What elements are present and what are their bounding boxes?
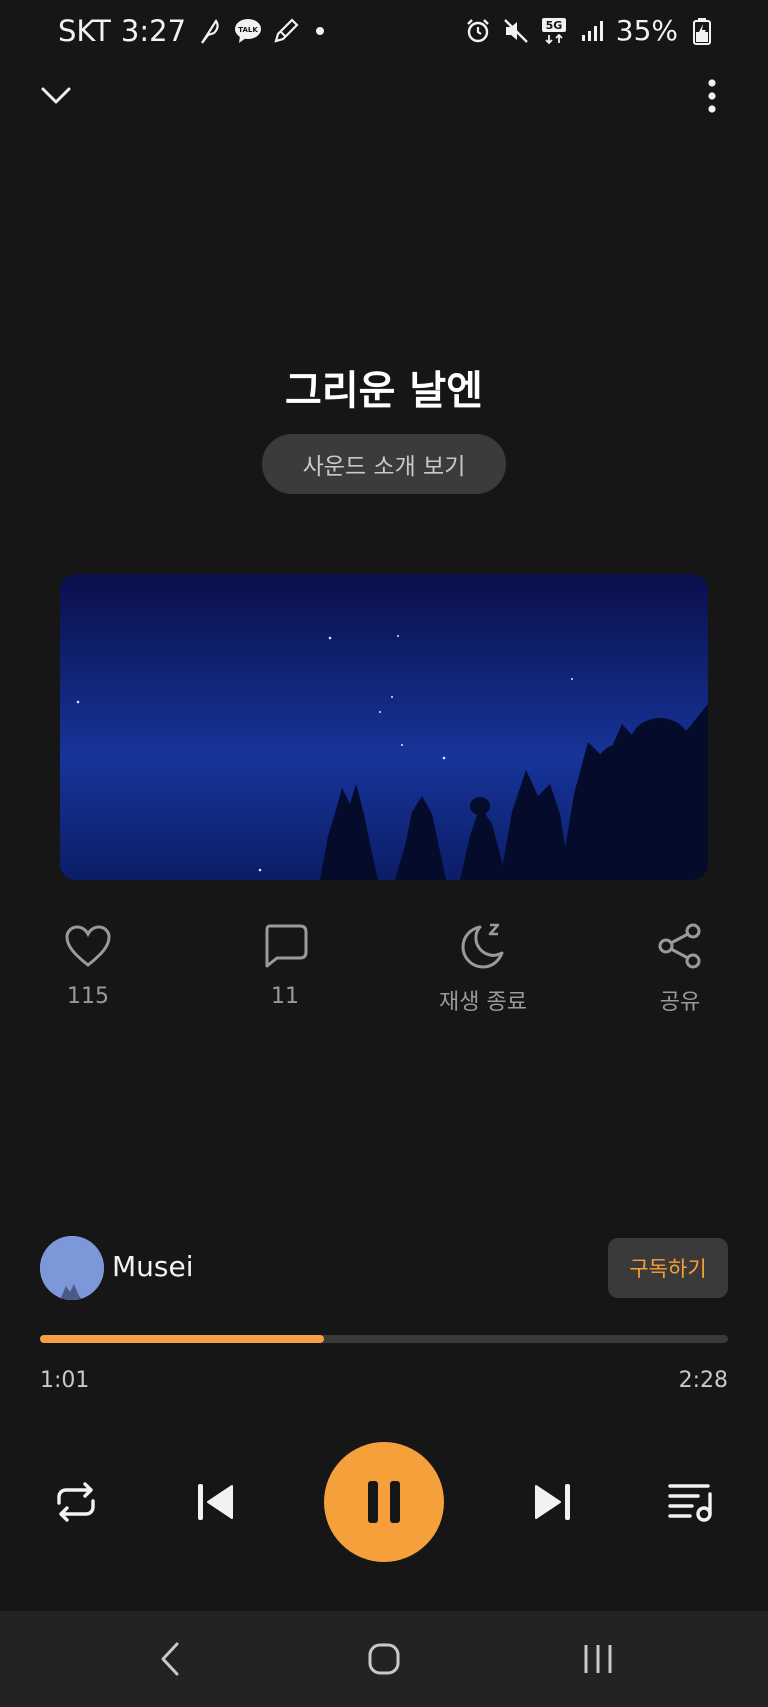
subscribe-button[interactable]: 구독하기	[608, 1238, 728, 1298]
status-bar-right: 5G 35%	[464, 14, 716, 47]
battery-charging-icon	[688, 17, 716, 45]
comment-count: 11	[271, 984, 299, 1009]
playback-controls	[0, 1442, 768, 1564]
chevron-down-icon	[41, 87, 71, 104]
share-label: 공유	[659, 990, 701, 1015]
track-title: 그리운 날엔	[285, 368, 483, 414]
home-icon	[368, 1643, 400, 1675]
feather-icon	[196, 17, 224, 45]
carrier-label: SKT	[58, 14, 111, 48]
comment-icon	[259, 920, 311, 972]
nav-home-button[interactable]	[354, 1635, 414, 1683]
more-options-button[interactable]	[692, 74, 732, 118]
clock: 3:27	[120, 14, 187, 48]
heart-icon	[62, 920, 114, 972]
nav-back-button[interactable]	[140, 1635, 200, 1683]
recents-icon	[584, 1645, 612, 1673]
artist-name[interactable]: Musei	[112, 1250, 194, 1283]
skip-previous-icon	[198, 1484, 233, 1520]
share-icon	[654, 920, 706, 972]
share-button[interactable]: 공유	[610, 920, 750, 1016]
sound-intro-button[interactable]: 사운드 소개 보기	[262, 434, 506, 494]
playlist-icon	[668, 1484, 712, 1522]
progress-bar[interactable]	[40, 1335, 728, 1343]
alarm-icon	[464, 17, 492, 45]
network-label: 5G	[545, 19, 562, 32]
back-icon	[161, 1642, 179, 1676]
pause-icon	[368, 1481, 400, 1523]
network-5g-icon: 5G	[540, 17, 568, 45]
current-time: 1:01	[40, 1368, 90, 1393]
pencil-icon	[272, 17, 300, 45]
track-artwork	[60, 574, 708, 880]
signal-icon	[578, 17, 606, 45]
repeat-icon	[57, 1482, 95, 1522]
kakaotalk-label: TALK	[238, 26, 258, 34]
moon-sleep-icon	[457, 920, 509, 972]
like-count: 115	[67, 984, 109, 1009]
like-button[interactable]: 115	[18, 920, 158, 1009]
notification-dot	[316, 27, 325, 35]
status-bar-left: SKT 3:27 TALK	[58, 14, 325, 48]
play-pause-button[interactable]	[324, 1442, 444, 1562]
total-time: 2:28	[678, 1368, 728, 1393]
sleep-timer-label: 재생 종료	[439, 990, 527, 1015]
next-button[interactable]	[522, 1472, 582, 1532]
progress-fill	[40, 1335, 325, 1343]
more-vertical-icon	[708, 79, 716, 113]
playlist-button[interactable]	[662, 1472, 722, 1532]
system-navigation-bar	[0, 1611, 768, 1707]
kakaotalk-icon: TALK	[234, 17, 262, 45]
nav-recents-button[interactable]	[568, 1635, 628, 1683]
status-bar: SKT 3:27 TALK 5G 35%	[0, 0, 768, 66]
previous-button[interactable]	[186, 1472, 246, 1532]
track-actions: 115 11 재생 종료 공유	[0, 920, 768, 1020]
artist-row: Musei 구독하기	[40, 1236, 728, 1300]
battery-percent: 35%	[615, 14, 678, 47]
repeat-button[interactable]	[46, 1472, 106, 1532]
sleep-timer-button[interactable]: 재생 종료	[413, 920, 553, 1016]
player-topbar	[0, 74, 768, 118]
skip-next-icon	[535, 1484, 570, 1520]
comment-button[interactable]: 11	[215, 920, 355, 1009]
collapse-button[interactable]	[36, 78, 76, 114]
mute-icon	[502, 17, 530, 45]
artist-avatar[interactable]	[40, 1236, 104, 1300]
